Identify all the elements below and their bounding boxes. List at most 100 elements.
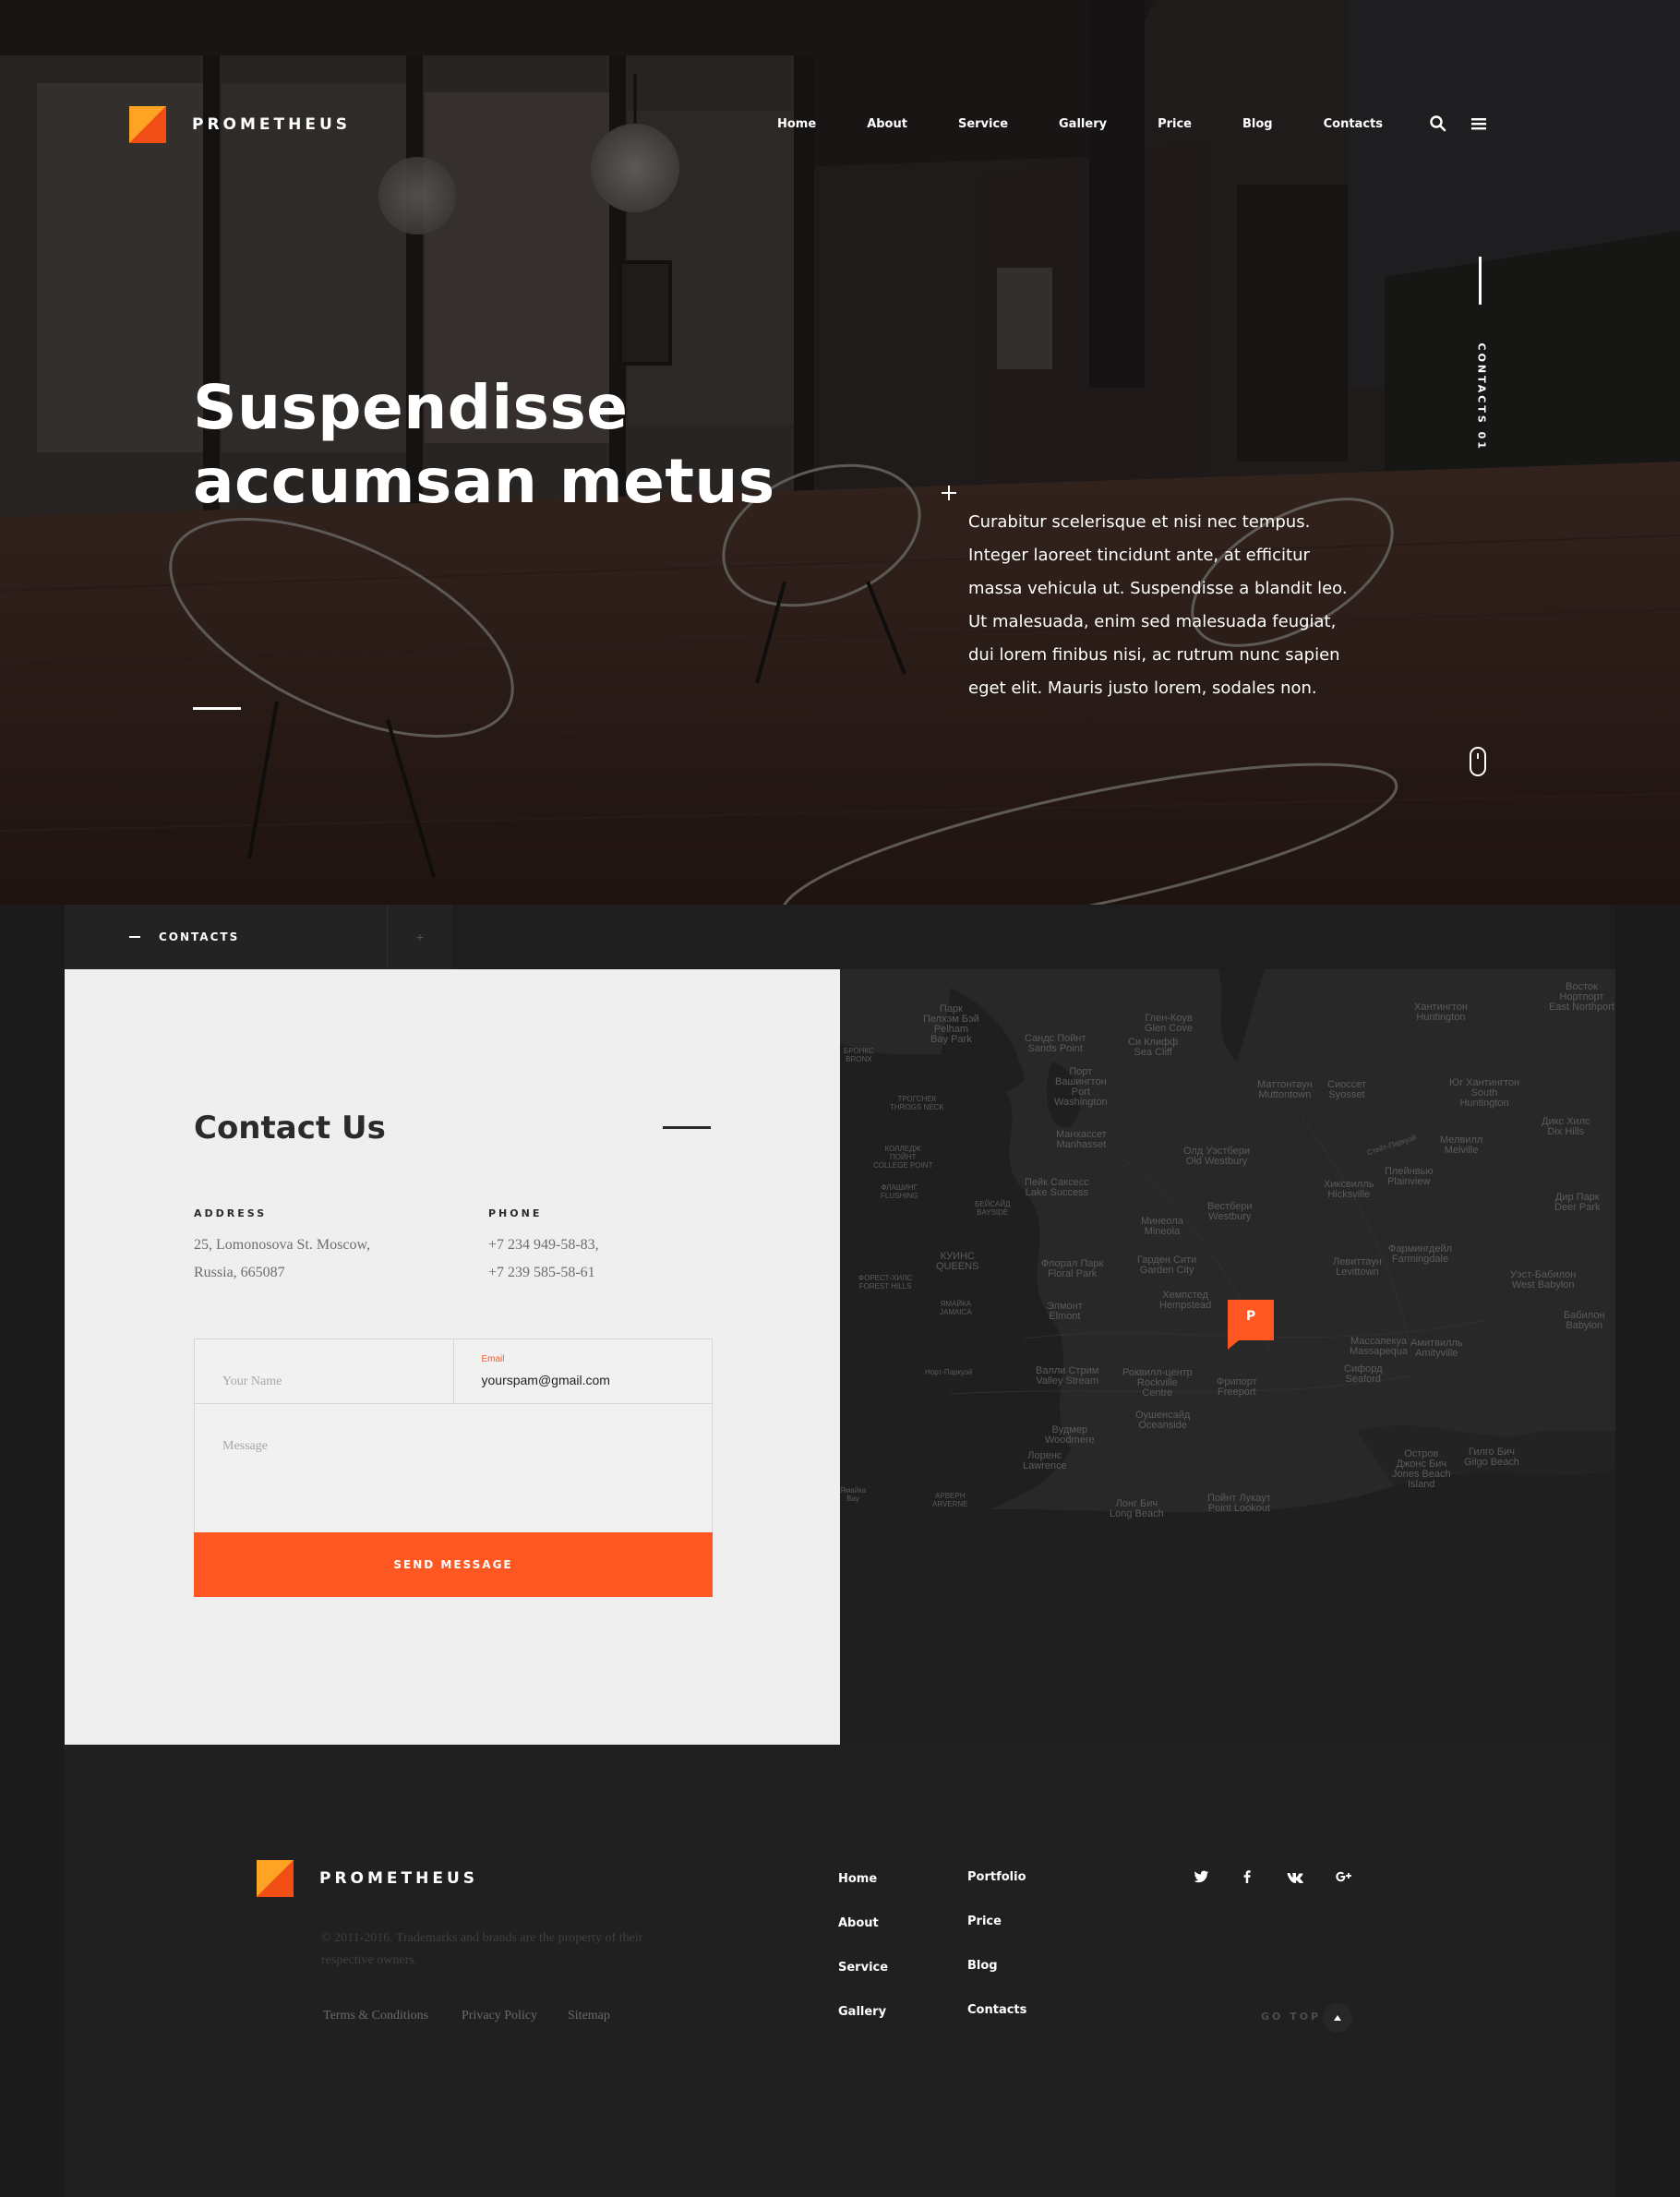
menu-icon[interactable] [1470, 114, 1488, 133]
map-label: Вудмер Woodmere [1045, 1424, 1095, 1446]
terms-link[interactable]: Terms & Conditions [323, 2009, 428, 2023]
map-pin-label: P [1245, 1309, 1256, 1324]
phone-line-2: +7 239 585-58-61 [488, 1265, 595, 1280]
map-label: Норт-Паркуэй [925, 1368, 973, 1376]
nav-gallery[interactable]: Gallery [1059, 117, 1107, 131]
tab-contacts-label: CONTACTS [159, 930, 240, 943]
map[interactable]: Парк Пелхэм Бэй Pelham Bay Park Сандс По… [840, 969, 1615, 1745]
map-label: Парк Пелхэм Бэй Pelham Bay Park [923, 1003, 979, 1045]
name-field[interactable]: Your Name [195, 1339, 453, 1403]
map-label: Восток Нортпорт East Northport [1549, 981, 1614, 1013]
map-label: Минеола Mineola [1141, 1216, 1183, 1237]
map-label: КУИНС QUEENS [936, 1251, 979, 1272]
map-label: Массапекуа Massapequa [1350, 1336, 1408, 1357]
phone-heading: PHONE [488, 1207, 543, 1219]
header-logo[interactable]: PROMETHEUS [129, 106, 351, 143]
facebook-icon[interactable] [1237, 1867, 1257, 1887]
hero-description: Curabitur scelerisque et nisi nec tempus… [968, 512, 1348, 698]
map-label: Мелвилл Melville [1440, 1135, 1483, 1156]
map-pin-icon[interactable] [1228, 1300, 1274, 1350]
map-label: Уэст-Бабилон West Babylon [1510, 1269, 1577, 1291]
privacy-link[interactable]: Privacy Policy [462, 2009, 537, 2023]
brand-name: PROMETHEUS [192, 115, 352, 134]
minus-icon [129, 936, 140, 938]
map-label: Хемпстед Hempstead [1159, 1290, 1212, 1311]
map-label: Элмонт Elmont [1047, 1301, 1083, 1322]
map-label: Роквилл-центр Rockville Centre [1122, 1367, 1193, 1399]
footer-link-contacts[interactable]: Contacts [967, 2003, 1026, 2017]
footer-link-service[interactable]: Service [838, 1961, 888, 1975]
email-field[interactable]: Email yourspam@gmail.com [452, 1339, 713, 1403]
footer-link-blog[interactable]: Blog [967, 1959, 998, 1973]
logo-mark-icon [129, 106, 166, 143]
map-label: Хиксвилль Hicksville [1324, 1179, 1374, 1200]
contact-panel: Contact Us ADDRESS 25, Lomonosova St. Mo… [65, 969, 840, 1745]
map-label: Оушенсайд Oceanside [1135, 1410, 1191, 1431]
map-label: Дикс Хилс Dix Hills [1542, 1116, 1590, 1137]
footer-link-about[interactable]: About [838, 1916, 879, 1930]
plus-icon: + [415, 930, 425, 944]
form-row-name-email: Your Name Email yourspam@gmail.com [194, 1339, 713, 1403]
map-label: Лонг Бич Long Beach [1110, 1498, 1164, 1519]
footer-link-portfolio[interactable]: Portfolio [967, 1870, 1026, 1884]
nav-home[interactable]: Home [777, 117, 816, 131]
map-label: Пойнт Лукаут Point Lookout [1207, 1493, 1271, 1514]
map-label: АРВЕРН ARVERNE [932, 1492, 968, 1508]
message-field[interactable]: Message [194, 1403, 713, 1532]
map-label: Валли Стрим Valley Stream [1036, 1365, 1099, 1387]
tab-contacts[interactable]: CONTACTS [65, 905, 388, 969]
hero-title-line2: accumsan metus [193, 446, 775, 517]
vk-icon[interactable] [1285, 1867, 1305, 1887]
footer-link-gallery[interactable]: Gallery [838, 2005, 886, 2019]
map-label: Остров Джонс Бич Jones Beach Island [1392, 1448, 1451, 1490]
nav-service[interactable]: Service [958, 117, 1008, 131]
footer-link-home[interactable]: Home [838, 1872, 877, 1886]
footer: PROMETHEUS © 2011-2016. Trademarks and b… [65, 1745, 1615, 2197]
map-label: БРОНКС BRONX [844, 1047, 874, 1063]
nav-contacts[interactable]: Contacts [1324, 117, 1383, 131]
copyright-text: © 2011-2016. Trademarks and brands are t… [321, 1931, 643, 1967]
side-section-label: CONTACTS 01 [1475, 342, 1488, 451]
main-nav: Home About Service Gallery Price Blog Co… [777, 114, 1383, 133]
map-label: ТРОГСНЕК THROGS NECK [890, 1095, 944, 1111]
nav-about[interactable]: About [867, 117, 907, 131]
tab-add-button[interactable]: + [388, 905, 452, 969]
logo-mark-icon [257, 1860, 294, 1897]
plus-icon [942, 486, 956, 500]
nav-blog[interactable]: Blog [1242, 117, 1273, 131]
map-label: Флорал Парк Floral Park [1041, 1258, 1104, 1279]
map-label: Дир Парк Deer Park [1554, 1192, 1601, 1213]
map-label: Манхассет Manhasset [1056, 1129, 1107, 1150]
hero-title: Suspendisse accumsan metus [193, 371, 839, 519]
twitter-icon[interactable] [1191, 1867, 1211, 1887]
google-plus-icon[interactable] [1333, 1867, 1353, 1887]
search-icon[interactable] [1429, 114, 1447, 133]
hero-section: PROMETHEUS Home About Service Gallery Pr… [0, 0, 1680, 905]
section-tabbar: CONTACTS + [65, 905, 1615, 969]
go-top-label[interactable]: GO TOP [1261, 2011, 1321, 2023]
go-top-button[interactable] [1323, 2003, 1352, 2033]
footer-link-price[interactable]: Price [967, 1915, 1002, 1928]
map-label: КОЛЛЕДЖ ПОЙНТ COLLEGE POINT [873, 1145, 933, 1170]
phone-line-1: +7 234 949-58-83, [488, 1237, 599, 1253]
map-label: Сиоссет Syosset [1327, 1079, 1366, 1100]
map-label: Маттонтаун Muttontown [1257, 1079, 1313, 1100]
map-label: ФЛАШИНГ FLUSHING [881, 1183, 918, 1200]
sitemap-link[interactable]: Sitemap [568, 2009, 610, 2023]
map-label: Глен-Коув Glen Cove [1145, 1013, 1193, 1034]
map-label: БЕЙСАЙД BAYSIDE [975, 1200, 1011, 1217]
footer-logo[interactable]: PROMETHEUS [257, 1860, 478, 1897]
map-label: Бабилон Babylon [1564, 1310, 1605, 1331]
name-placeholder: Your Name [222, 1375, 282, 1388]
scroll-mouse-icon[interactable] [1469, 746, 1487, 777]
arrow-up-icon [1334, 2015, 1341, 2021]
map-label: Фрипорт Freeport [1217, 1376, 1257, 1398]
nav-price[interactable]: Price [1158, 117, 1192, 131]
address-line-1: 25, Lomonosova St. Moscow, [194, 1237, 370, 1253]
map-label: Сифорд Seaford [1344, 1363, 1383, 1385]
map-label: Сандс Пойнт Sands Point [1025, 1033, 1086, 1054]
map-label: Лоренс Lawrence [1023, 1450, 1067, 1471]
map-label: Левиттаун Levittown [1333, 1256, 1382, 1278]
send-message-button[interactable]: SEND MESSAGE [194, 1532, 713, 1597]
footer-brand-name: PROMETHEUS [319, 1869, 479, 1888]
